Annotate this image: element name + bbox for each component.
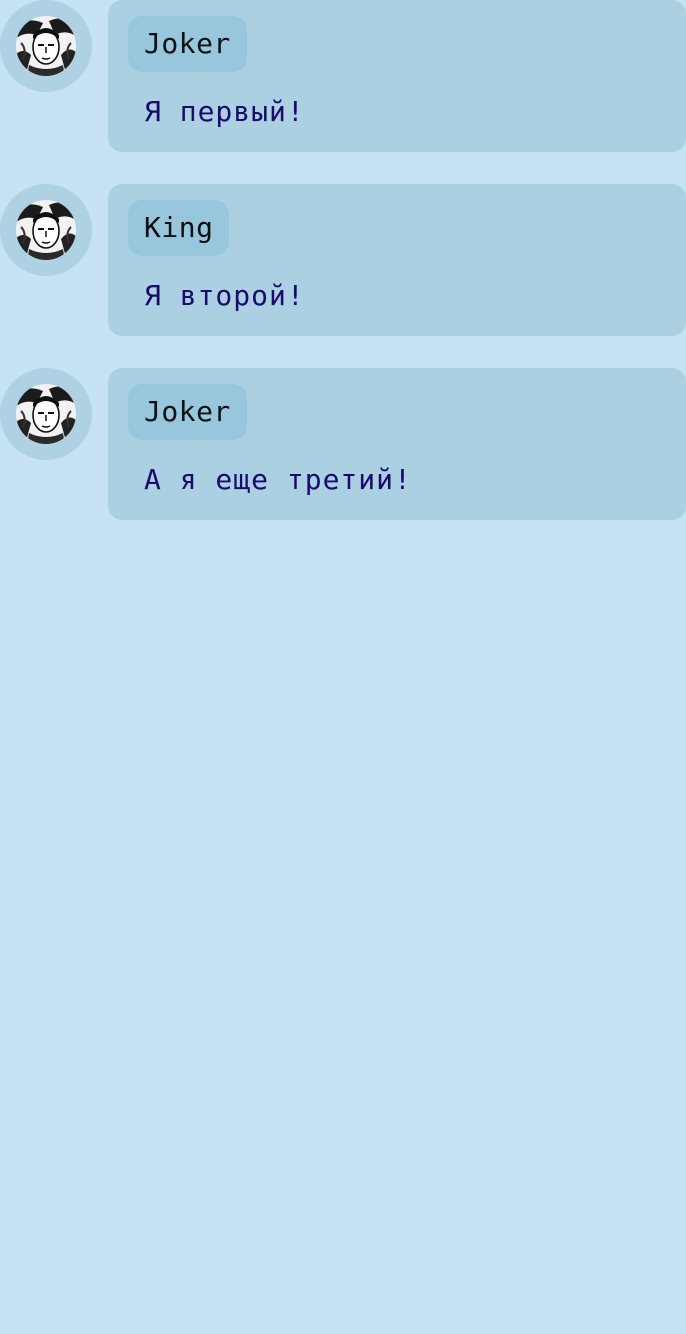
author-name-badge[interactable]: King [128, 200, 230, 256]
message-bubble: Joker Я первый! [108, 0, 686, 152]
message-text: Я первый! [144, 95, 305, 128]
user-avatar[interactable] [0, 0, 92, 92]
user-avatar-icon [16, 384, 76, 444]
user-avatar[interactable] [0, 368, 92, 460]
author-name-badge[interactable]: Joker [128, 16, 247, 72]
message-feed: Joker Я первый! King Я второй! Joker А я… [0, 0, 686, 520]
user-avatar[interactable] [0, 184, 92, 276]
message-bubble: Joker А я еще третий! [108, 368, 686, 520]
message-text: А я еще третий! [144, 463, 412, 496]
message-item: King Я второй! [0, 184, 686, 336]
message-text: Я второй! [144, 279, 305, 312]
author-name-badge[interactable]: Joker [128, 384, 247, 440]
message-item: Joker Я первый! [0, 0, 686, 152]
user-avatar-icon [16, 16, 76, 76]
message-item: Joker А я еще третий! [0, 368, 686, 520]
user-avatar-icon [16, 200, 76, 260]
message-bubble: King Я второй! [108, 184, 686, 336]
